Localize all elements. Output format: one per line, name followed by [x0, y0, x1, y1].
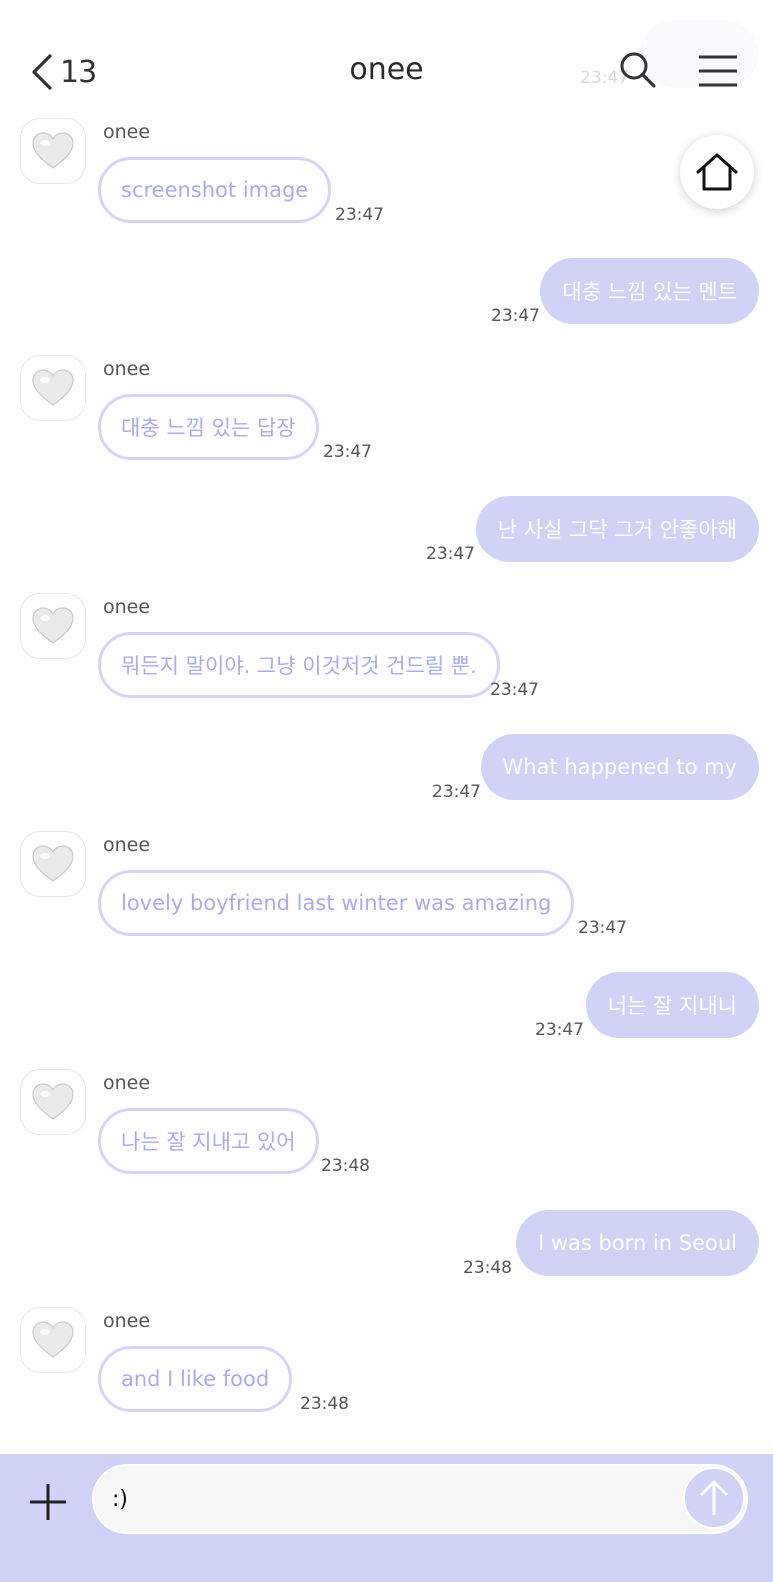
avatar[interactable] — [20, 1307, 86, 1373]
heart-icon — [32, 132, 74, 169]
message-time: 23:48 — [321, 1156, 370, 1176]
incoming-message[interactable]: screenshot image — [98, 157, 332, 223]
heart-icon — [32, 1083, 74, 1120]
message-time: 23:48 — [300, 1394, 349, 1414]
incoming-message[interactable]: lovely boyfriend last winter was amazing — [98, 870, 575, 936]
heart-icon — [32, 369, 74, 406]
message-time: 23:47 — [335, 205, 384, 225]
message-time: 23:47 — [535, 1020, 584, 1040]
sender-name: onee — [103, 358, 151, 380]
outgoing-message[interactable]: 대충 느낌 있는 멘트 — [540, 258, 759, 324]
incoming-message[interactable]: 나는 잘 지내고 있어 — [98, 1108, 319, 1174]
plus-icon — [30, 1484, 66, 1520]
sender-name: onee — [103, 1072, 151, 1094]
arrow-up-icon — [699, 1480, 729, 1515]
attach-button[interactable] — [28, 1482, 68, 1522]
avatar[interactable] — [20, 118, 86, 184]
search-button[interactable] — [618, 50, 658, 90]
heart-icon — [32, 845, 74, 882]
avatar[interactable] — [20, 831, 86, 897]
outgoing-message[interactable]: What happened to my — [480, 734, 759, 800]
message-time: 23:47 — [578, 918, 627, 938]
sender-name: onee — [103, 1310, 151, 1332]
heart-icon — [32, 1321, 74, 1358]
message-time: 23:48 — [463, 1258, 512, 1278]
home-icon — [696, 153, 738, 191]
menu-button[interactable] — [698, 54, 738, 88]
message-time: 23:47 — [490, 680, 539, 700]
message-composer: :) — [0, 1454, 773, 1582]
message-time: 23:47 — [426, 544, 475, 564]
message-time: 23:47 — [323, 442, 372, 462]
outgoing-message[interactable]: 난 사실 그닥 그거 안좋아해 — [475, 496, 759, 562]
search-icon — [620, 52, 656, 88]
outgoing-message[interactable]: I was born in Seoul — [515, 1210, 759, 1276]
incoming-message[interactable]: 대충 느낌 있는 답장 — [98, 394, 319, 460]
avatar[interactable] — [20, 593, 86, 659]
chat-header: 23:47 13 onee — [0, 0, 773, 115]
sender-name: onee — [103, 834, 151, 856]
message-time: 23:47 — [491, 306, 540, 326]
hamburger-menu-icon — [699, 55, 737, 87]
outgoing-message[interactable]: 너는 잘 지내니 — [585, 972, 759, 1038]
message-time: 23:47 — [432, 782, 481, 802]
avatar[interactable] — [20, 355, 86, 421]
incoming-message[interactable]: 뭐든지 말이야. 그냥 이것저것 건드릴 뿐. — [98, 632, 500, 698]
incoming-message[interactable]: and I like food — [98, 1346, 293, 1412]
home-button[interactable] — [680, 135, 754, 209]
send-button[interactable] — [683, 1467, 745, 1529]
avatar[interactable] — [20, 1069, 86, 1135]
sender-name: onee — [103, 121, 151, 143]
sender-name: onee — [103, 596, 151, 618]
heart-icon — [32, 607, 74, 644]
message-input[interactable]: :) — [92, 1464, 748, 1534]
